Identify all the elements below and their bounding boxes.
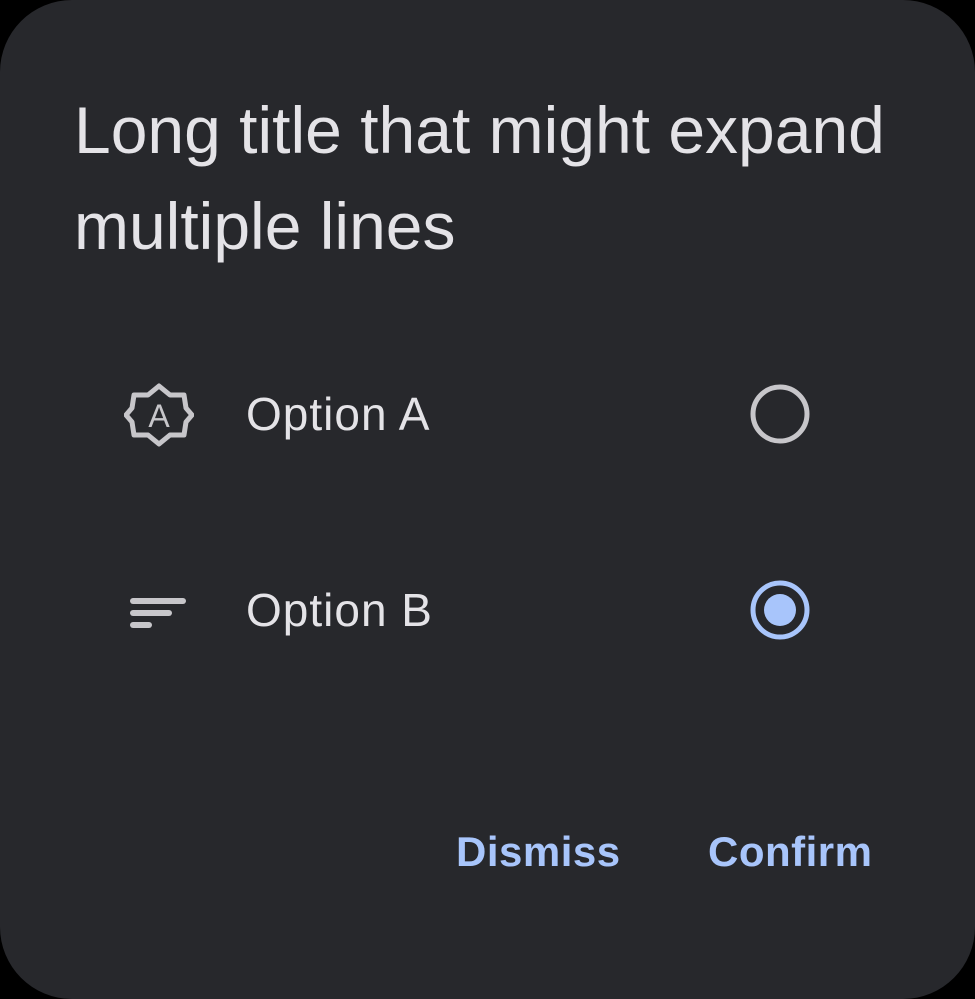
dialog-title: Long title that might expand multiple li… bbox=[74, 93, 885, 263]
option-row-b[interactable]: Option B bbox=[110, 550, 850, 670]
option-a-label: Option A bbox=[246, 388, 431, 440]
option-b-radio[interactable] bbox=[748, 578, 812, 642]
option-b-label: Option B bbox=[246, 584, 433, 636]
sort-lines-icon bbox=[130, 598, 186, 628]
confirm-button[interactable]: Confirm bbox=[708, 822, 873, 882]
option-a-radio[interactable] bbox=[748, 382, 812, 446]
dismiss-button[interactable]: Dismiss bbox=[456, 822, 621, 882]
dialog: Long title that might expand multiple li… bbox=[0, 0, 975, 999]
svg-text:A: A bbox=[148, 398, 170, 434]
option-row-a[interactable]: A Option A bbox=[110, 354, 850, 474]
auto-mode-badge-icon: A bbox=[124, 383, 194, 447]
